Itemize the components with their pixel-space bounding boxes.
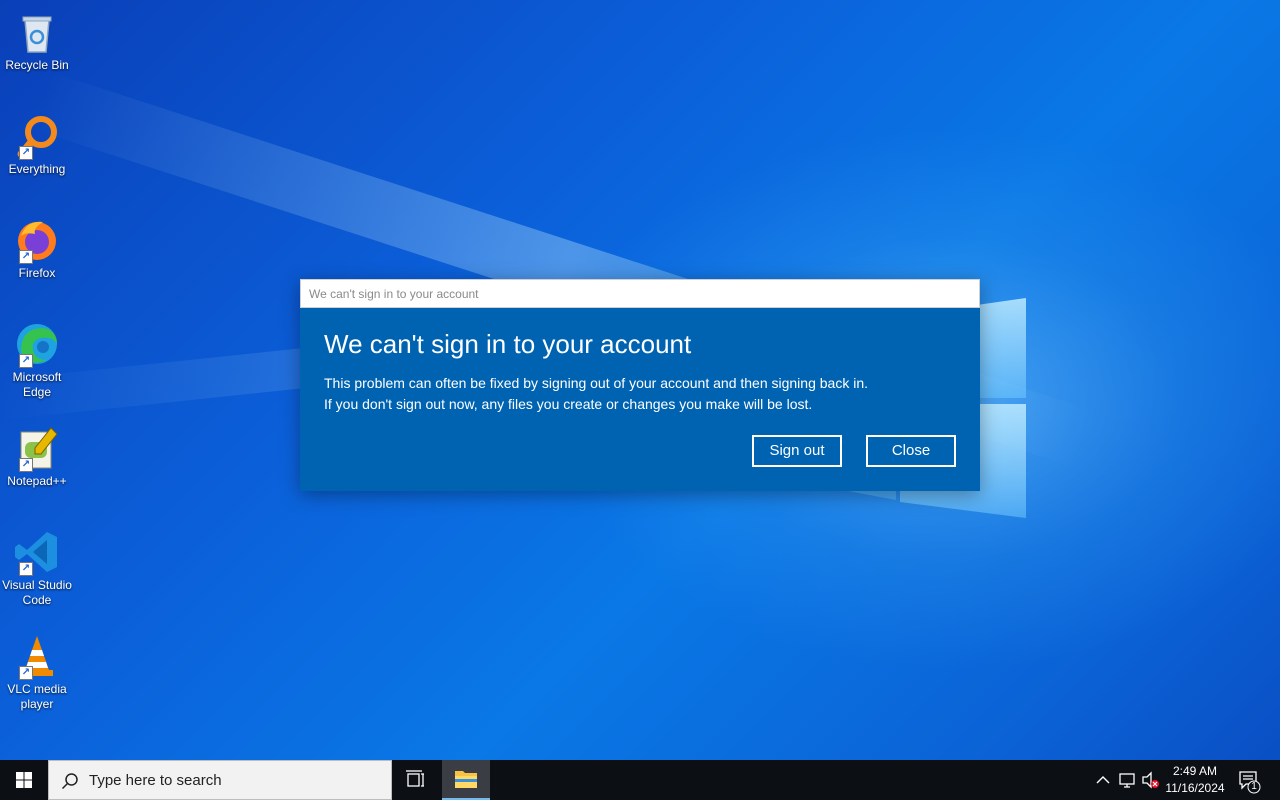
desktop-icon-everything[interactable]: ↗ Everything	[0, 108, 74, 177]
chevron-up-icon	[1096, 776, 1110, 784]
desktop-icon-visual-studio-code[interactable]: ↗ Visual Studio Code	[0, 524, 74, 608]
desktop-icon-microsoft-edge[interactable]: ↗ Microsoft Edge	[0, 316, 74, 400]
desktop-icon-label: Everything	[8, 162, 66, 176]
edge-icon: ↗	[13, 320, 61, 368]
dialog-title-bar[interactable]: We can't sign in to your account	[300, 279, 980, 308]
windows-start-icon	[16, 772, 32, 788]
desktop-icon-recycle-bin[interactable]: Recycle Bin	[0, 4, 74, 73]
show-hidden-icons-button[interactable]	[1092, 760, 1114, 800]
shortcut-arrow-icon: ↗	[19, 354, 33, 368]
clock-time: 2:49 AM	[1172, 764, 1218, 778]
search-icon	[61, 773, 78, 790]
task-view-icon	[406, 770, 424, 787]
desktop-icon-notepad-plus-plus[interactable]: ↗ Notepad++	[0, 420, 74, 489]
desktop-icon-label: VLC media player	[7, 682, 67, 711]
dialog-message-line-1: This problem can often be fixed by signi…	[324, 375, 869, 391]
desktop-icon-vlc[interactable]: ↗ VLC media player	[0, 628, 74, 712]
vlc-cone-icon: ↗	[13, 632, 61, 680]
recycle-bin-icon	[13, 8, 61, 56]
notification-count-badge: 1	[1251, 781, 1257, 792]
vscode-icon: ↗	[13, 528, 61, 576]
taskbar: Type here to search 2:49 AM 11/16/2024 1	[0, 760, 1280, 800]
shortcut-arrow-icon: ↗	[19, 250, 33, 264]
taskbar-clock[interactable]: 2:49 AM 11/16/2024	[1162, 763, 1228, 797]
volume-button[interactable]	[1140, 760, 1162, 800]
notepad-plus-plus-icon: ↗	[13, 424, 61, 472]
everything-search-icon: ↗	[13, 112, 61, 160]
network-icon	[1119, 773, 1135, 788]
shortcut-arrow-icon: ↗	[19, 458, 33, 472]
clock-date: 11/16/2024	[1165, 781, 1225, 795]
sign-in-error-dialog: We can't sign in to your account We can'…	[300, 279, 980, 491]
shortcut-arrow-icon: ↗	[19, 562, 33, 576]
network-status-button[interactable]	[1116, 760, 1138, 800]
desktop-icon-firefox[interactable]: ↗ Firefox	[0, 212, 74, 281]
taskbar-file-explorer[interactable]	[442, 760, 490, 800]
sign-out-button[interactable]: Sign out	[752, 435, 842, 467]
desktop: Recycle Bin ↗ Everything ↗ Firefox ↗ Mic…	[0, 0, 1280, 760]
start-button[interactable]	[0, 760, 48, 800]
shortcut-arrow-icon: ↗	[19, 666, 33, 680]
file-explorer-icon	[455, 771, 477, 788]
shortcut-arrow-icon: ↗	[19, 146, 33, 160]
dialog-message: This problem can often be fixed by signi…	[324, 373, 868, 415]
action-center-button[interactable]: 1	[1232, 760, 1266, 800]
desktop-icon-label: Recycle Bin	[5, 58, 69, 72]
desktop-icon-label: Notepad++	[7, 474, 67, 488]
task-view-button[interactable]	[396, 760, 436, 800]
dialog-heading: We can't sign in to your account	[324, 329, 692, 359]
firefox-icon: ↗	[13, 216, 61, 264]
desktop-icon-label: Visual Studio Code	[2, 578, 72, 607]
taskbar-search-box[interactable]: Type here to search	[48, 760, 392, 800]
search-placeholder: Type here to search	[89, 772, 222, 789]
desktop-icon-label: Microsoft Edge	[12, 370, 62, 399]
volume-muted-icon	[1142, 771, 1159, 789]
dialog-message-line-2: If you don't sign out now, any files you…	[324, 396, 813, 412]
close-button[interactable]: Close	[866, 435, 956, 467]
desktop-icon-label: Firefox	[18, 266, 56, 280]
